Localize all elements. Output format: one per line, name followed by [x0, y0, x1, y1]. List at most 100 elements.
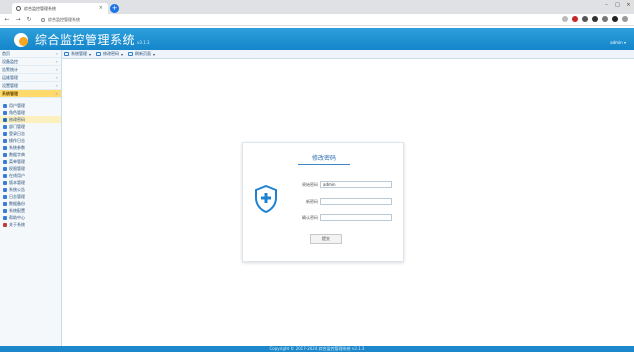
info-icon [41, 17, 45, 22]
menu-item-icon [3, 215, 7, 220]
submenu-item[interactable]: 操作日志 [0, 137, 61, 144]
minimize-icon[interactable]: – [601, 0, 612, 10]
submenu-item[interactable]: 日志管理 [0, 193, 61, 200]
submenu-item[interactable]: 部门管理 [0, 123, 61, 130]
menu-item-icon [3, 145, 7, 150]
close-tab-icon[interactable]: × [99, 5, 103, 11]
sidebar-item[interactable]: 运维管理» [0, 74, 61, 82]
submenu-item[interactable]: 关于系统 [0, 221, 61, 228]
submenu-item-label: 日志管理 [9, 193, 25, 199]
submenu-item-label: 操作日志 [9, 137, 25, 143]
submenu-item-label: 登录日志 [9, 130, 25, 136]
globe-icon [16, 6, 21, 11]
window-close-icon[interactable]: × [623, 0, 634, 10]
reload-icon[interactable]: ↻ [26, 16, 32, 23]
user-menu[interactable]: admin ▾ [610, 40, 626, 45]
app-title: 综合监控管理系统 [35, 32, 136, 47]
browser-tab[interactable]: 综合监控管理系统 × [12, 3, 108, 14]
submenu-item[interactable]: 角色管理 [0, 109, 61, 116]
submenu-item[interactable]: 帮助中心 [0, 214, 61, 221]
submenu-item[interactable]: 系统参数 [0, 144, 61, 151]
change-password-card: 修改密码 原始密码 admin 新密码 确认密码 提交 [242, 142, 404, 262]
submenu-item[interactable]: 在线用户 [0, 172, 61, 179]
new-password-label: 新密码 [306, 198, 318, 204]
browser-tab-title: 综合监控管理系统 [24, 5, 56, 11]
field-row-old-password: 原始密码 admin [296, 181, 392, 188]
menu-item-icon [3, 103, 7, 108]
app-header: 综合监控管理系统 v3.1.3 admin ▾ [0, 28, 634, 50]
submenu-item[interactable]: 权限管理 [0, 165, 61, 172]
profile-icon[interactable] [612, 16, 618, 22]
sidebar-item[interactable]: 告警统计» [0, 66, 61, 74]
new-password-input[interactable] [320, 198, 392, 205]
submenu-item[interactable]: 菜单管理 [0, 158, 61, 165]
menu-item-icon [3, 194, 7, 199]
old-password-input[interactable]: admin [320, 181, 392, 188]
app-version: v3.1.3 [137, 39, 150, 45]
sidebar-item[interactable]: 设备监控» [0, 58, 61, 66]
new-tab-button[interactable]: + [110, 4, 119, 13]
menu-item-icon [3, 124, 7, 129]
submenu-item-label: 系统配置 [9, 207, 25, 213]
submenu-item-label: 在线用户 [9, 172, 25, 178]
menu-item-icon [3, 159, 7, 164]
refresh-icon [128, 52, 134, 56]
toolbar-item[interactable]: 刷新页面 ▾ [128, 51, 155, 57]
sidebar-item[interactable]: 首页» [0, 50, 61, 58]
toolbar-item[interactable]: 系统管理 ▾ [64, 51, 91, 57]
address-bar: ← → ↻ 综合监控管理系统 [0, 14, 634, 26]
submenu-item-label: 权限管理 [9, 165, 25, 171]
url-field[interactable]: 综合监控管理系统 [41, 17, 80, 23]
submenu-item[interactable]: 用户管理 [0, 102, 61, 109]
extension-icon[interactable] [582, 16, 588, 22]
submenu-item[interactable]: 系统公告 [0, 186, 61, 193]
menu-item-icon [3, 222, 7, 227]
field-row-confirm-password: 确认密码 [296, 214, 392, 221]
menu-item-icon [3, 110, 7, 115]
browser-tab-bar: 综合监控管理系统 × + – □ × [0, 0, 634, 14]
submenu-item-label: 数据字典 [9, 151, 25, 157]
toolbar-item[interactable]: 修改密码 ▾ [96, 51, 123, 57]
submenu-item-label: 版本管理 [9, 179, 25, 185]
confirm-password-input[interactable] [320, 214, 392, 221]
submenu-item-label: 用户管理 [9, 102, 25, 108]
browser-extensions [562, 16, 628, 22]
url-text: 综合监控管理系统 [48, 16, 80, 22]
menu-item-icon [3, 131, 7, 136]
submenu-item[interactable]: 数据字典 [0, 151, 61, 158]
menu-item-icon [3, 208, 7, 213]
submenu-item[interactable]: 版本管理 [0, 179, 61, 186]
submenu-item-label: 数据备份 [9, 200, 25, 206]
submenu-item-label: 修改密码 [9, 116, 25, 122]
user-name: admin [610, 40, 623, 45]
submenu-item[interactable]: 登录日志 [0, 130, 61, 137]
sidebar-item[interactable]: 设置管理» [0, 82, 61, 90]
menu-icon[interactable] [622, 16, 628, 22]
folder-icon [64, 52, 69, 56]
submenu-item[interactable]: 系统配置 [0, 207, 61, 214]
back-icon[interactable]: ← [4, 16, 10, 23]
confirm-password-label: 确认密码 [302, 214, 318, 220]
menu-item-icon [3, 173, 7, 178]
submenu-item-label: 菜单管理 [9, 158, 25, 164]
sidebar-item-active[interactable]: 系统管理» [0, 90, 61, 98]
extension-icon[interactable] [602, 16, 608, 22]
submenu-item[interactable]: 数据备份 [0, 200, 61, 207]
window-controls: – □ × [601, 0, 634, 10]
menu-item-icon [3, 201, 7, 206]
key-icon [96, 52, 102, 56]
submit-button[interactable]: 提交 [310, 234, 342, 244]
star-icon[interactable] [562, 16, 568, 22]
extension-icon[interactable] [572, 16, 578, 22]
app-logo [14, 31, 32, 47]
submenu-item-label: 系统参数 [9, 144, 25, 150]
forward-icon[interactable]: → [15, 16, 21, 23]
submenu-item[interactable]: 修改密码 [0, 116, 61, 123]
submenu-item-label: 系统公告 [9, 186, 25, 192]
extension-icon[interactable] [592, 16, 598, 22]
maximize-icon[interactable]: □ [612, 0, 623, 10]
card-title: 修改密码 [311, 155, 336, 162]
field-row-new-password: 新密码 [296, 198, 392, 205]
shield-icon [255, 185, 277, 213]
menu-item-icon [3, 187, 7, 192]
